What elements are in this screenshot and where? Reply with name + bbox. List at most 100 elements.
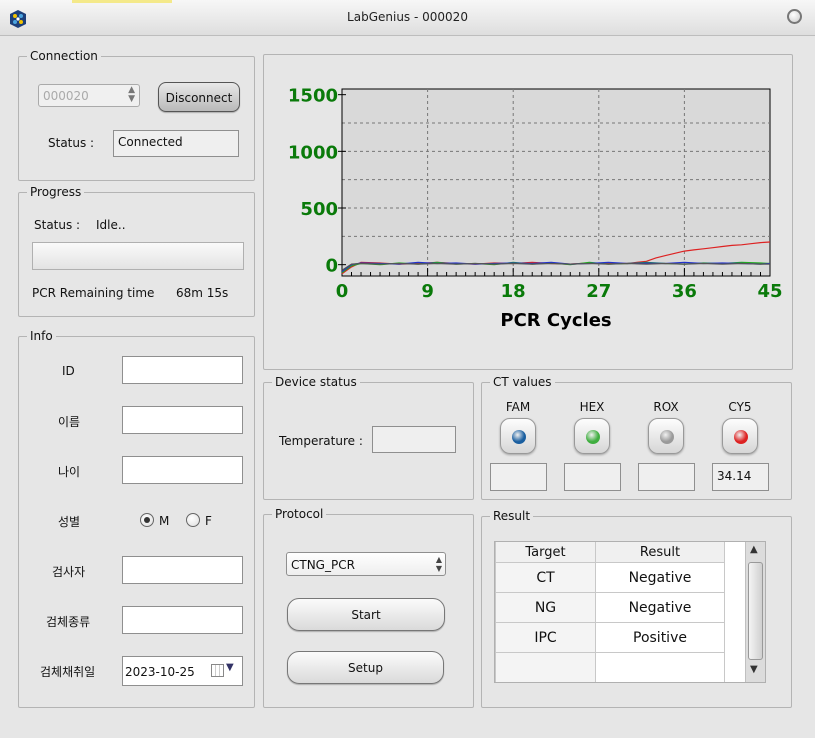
specimen-type-label: 검체종류 xyxy=(46,615,91,629)
progress-status-label: Status : xyxy=(34,218,81,232)
chevron-down-icon[interactable]: ▼ xyxy=(226,662,234,673)
name-label: 이름 xyxy=(58,415,81,429)
x-axis-label: PCR Cycles xyxy=(500,310,611,331)
protocol-selected-value: CTNG_PCR xyxy=(291,558,355,572)
progress-title: Progress xyxy=(27,185,85,199)
sex-f-radio[interactable] xyxy=(186,513,200,527)
result-header-row: Target Result xyxy=(495,542,725,563)
result-value-cell: Positive xyxy=(595,622,725,653)
y-tick-label: 1500 xyxy=(288,86,338,107)
x-tick-label: 45 xyxy=(757,281,782,302)
scroll-down-icon[interactable]: ▼ xyxy=(750,664,758,675)
progress-status-value: Idle.. xyxy=(96,218,126,232)
connection-title: Connection xyxy=(27,49,101,63)
port-value: 000020 xyxy=(43,89,89,103)
sex-label: 성별 xyxy=(58,515,81,529)
collection-date-input[interactable]: 2023-10-25 ▼ xyxy=(122,656,243,686)
x-tick-label: 0 xyxy=(336,281,349,302)
x-tick-label: 36 xyxy=(672,281,697,302)
ct-led-indicator-icon xyxy=(512,430,526,444)
result-table: Target Result CT Negative NG Negative IPC P… xyxy=(495,542,725,682)
table-row[interactable]: IPC Positive xyxy=(495,622,725,653)
result-target-cell: NG xyxy=(495,592,596,623)
id-label: ID xyxy=(62,364,75,378)
x-tick-label: 9 xyxy=(421,281,434,302)
result-value-cell: Negative xyxy=(595,562,725,593)
ct-value-rox xyxy=(638,463,695,491)
result-value-cell xyxy=(595,652,725,682)
setup-button[interactable]: Setup xyxy=(287,651,444,684)
connection-status-label: Status : xyxy=(48,136,95,150)
progress-bar xyxy=(32,242,244,270)
result-scrollbar[interactable]: ▲ ▼ xyxy=(745,542,765,682)
temperature-label: Temperature : xyxy=(279,434,363,448)
ct-led-fam[interactable] xyxy=(500,418,536,454)
result-value-cell: Negative xyxy=(595,592,725,623)
calendar-icon[interactable] xyxy=(211,664,224,677)
specimen-type-input[interactable] xyxy=(122,606,243,634)
result-title: Result xyxy=(490,509,534,523)
x-tick-label: 27 xyxy=(586,281,611,302)
name-input[interactable] xyxy=(122,406,243,434)
connection-status-field: Connected xyxy=(113,130,239,157)
id-input[interactable] xyxy=(122,356,243,384)
ct-led-rox[interactable] xyxy=(648,418,684,454)
start-button[interactable]: Start xyxy=(287,598,445,631)
ct-led-hex[interactable] xyxy=(574,418,610,454)
sex-m-label: M xyxy=(159,514,170,528)
remaining-time-label: PCR Remaining time xyxy=(32,286,155,300)
sex-f-label: F xyxy=(205,514,212,528)
table-row[interactable]: CT Negative xyxy=(495,562,725,593)
table-row[interactable] xyxy=(495,652,725,682)
ct-value-cy5: 34.14 xyxy=(712,463,769,491)
window-close-button[interactable] xyxy=(787,9,802,24)
ct-channel-name-rox: ROX xyxy=(653,400,679,414)
ct-channel-name-fam: FAM xyxy=(505,400,531,414)
info-group: Info xyxy=(18,329,255,708)
age-input[interactable] xyxy=(122,456,243,484)
ct-led-indicator-icon xyxy=(660,430,674,444)
examiner-input[interactable] xyxy=(122,556,243,584)
result-header-target[interactable]: Target xyxy=(495,542,596,563)
result-table-container: Target Result CT Negative NG Negative IPC P… xyxy=(494,541,766,683)
result-target-cell: IPC xyxy=(495,622,596,653)
remaining-time-value: 68m 15s xyxy=(176,286,229,300)
select-arrows-icon[interactable]: ▲ ▼ xyxy=(436,555,442,573)
collection-date-value: 2023-10-25 xyxy=(125,665,195,679)
ct-channel-name-cy5: CY5 xyxy=(728,400,752,414)
y-tick-label: 1000 xyxy=(288,142,338,163)
scrollbar-thumb[interactable] xyxy=(748,562,763,660)
connection-status-value: Connected xyxy=(118,135,183,149)
window-title: LabGenius - 000020 xyxy=(347,10,468,24)
age-label: 나이 xyxy=(58,465,81,479)
spin-arrows-icon[interactable]: ▲ ▼ xyxy=(128,86,135,104)
disconnect-button[interactable]: Disconnect xyxy=(158,82,240,112)
pcr-chart: 0 9 18 27 36 45 0 500 1000 1500 PCR Cycles xyxy=(288,86,783,331)
ct-values-title: CT values xyxy=(490,375,555,389)
ct-led-cy5[interactable] xyxy=(722,418,758,454)
connection-group: Connection xyxy=(18,49,255,181)
info-title: Info xyxy=(27,329,56,343)
y-tick-label: 0 xyxy=(325,256,338,277)
scroll-up-icon[interactable]: ▲ xyxy=(750,544,758,555)
device-status-title: Device status xyxy=(272,375,360,389)
examiner-label: 검사자 xyxy=(52,565,86,579)
title-highlight xyxy=(72,0,172,3)
port-spinbox[interactable]: 000020 ▲ ▼ xyxy=(38,84,140,107)
result-target-cell: CT xyxy=(495,562,596,593)
table-row[interactable]: NG Negative xyxy=(495,592,725,623)
result-target-cell xyxy=(495,652,596,682)
ct-channel-name-hex: HEX xyxy=(579,400,605,414)
ct-led-indicator-icon xyxy=(734,430,748,444)
result-header-result[interactable]: Result xyxy=(595,542,725,563)
sex-m-radio[interactable] xyxy=(140,513,154,527)
protocol-select[interactable]: CTNG_PCR ▲ ▼ xyxy=(286,552,446,576)
ct-value-fam xyxy=(490,463,547,491)
temperature-field xyxy=(372,426,456,453)
y-tick-label: 500 xyxy=(300,199,338,220)
x-tick-label: 18 xyxy=(501,281,526,302)
ct-led-indicator-icon xyxy=(586,430,600,444)
protocol-title: Protocol xyxy=(272,507,327,521)
collection-date-label: 검체채취일 xyxy=(40,665,96,679)
ct-value-text: 34.14 xyxy=(717,469,752,483)
